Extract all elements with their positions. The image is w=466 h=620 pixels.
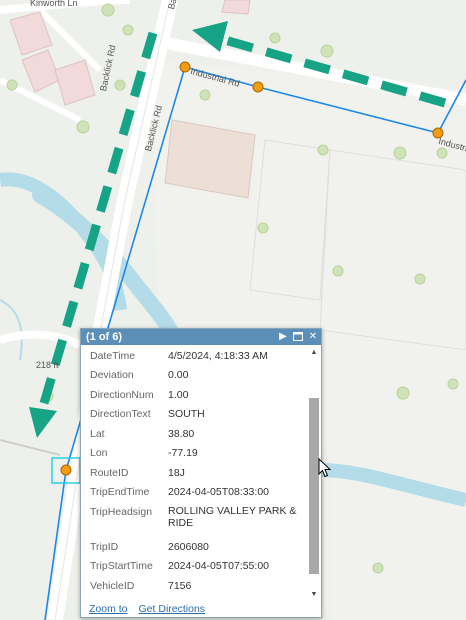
attribute-row: DirectionText SOUTH <box>81 405 319 425</box>
zoom-to-link[interactable]: Zoom to <box>89 603 128 615</box>
close-icon[interactable]: ✕ <box>307 330 319 343</box>
popup-header: (1 of 6) ▶ ✕ <box>81 329 321 345</box>
attribute-row: Lon -77.19 <box>81 444 319 464</box>
attribute-value: 1.00 <box>168 388 189 401</box>
get-directions-link[interactable]: Get Directions <box>139 603 206 615</box>
attribute-key: DateTime <box>90 349 136 362</box>
attribute-row: Lat 38.80 <box>81 424 319 444</box>
popup-count: (1 of 6) <box>86 331 123 343</box>
attribute-row: TripStartTime 2024-04-05T07:55:00 <box>81 557 319 577</box>
popup-attribute-table: DateTime 4/5/2024, 4:18:33 AM Deviation 0.… <box>81 346 319 600</box>
attribute-row: RouteID 18J <box>81 463 319 483</box>
next-feature-icon[interactable]: ▶ <box>277 330 289 343</box>
attribute-key: Lon <box>90 447 108 460</box>
maximize-icon[interactable] <box>292 330 304 343</box>
attribute-key: TripStartTime <box>90 560 153 573</box>
stop-marker <box>179 61 191 73</box>
attribute-value: 38.80 <box>168 427 195 440</box>
attribute-key: DirectionText <box>90 408 151 421</box>
attribute-row: DateTime 4/5/2024, 4:18:33 AM <box>81 346 319 366</box>
attribute-value: 7156 <box>168 579 192 592</box>
attribute-key: TripHeadsign <box>90 506 153 518</box>
scroll-thumb[interactable] <box>309 398 319 574</box>
feature-popup: (1 of 6) ▶ ✕ DateTime 4/5/2024, 4:18:33 A… <box>80 328 322 618</box>
mouse-cursor-icon <box>318 458 332 478</box>
attribute-value: 18J <box>168 466 185 479</box>
attribute-key: Deviation <box>90 369 134 382</box>
attribute-value: 2606080 <box>168 540 209 553</box>
attribute-value: 4/5/2024, 4:18:33 AM <box>168 349 268 362</box>
attribute-value: 2024-04-05T07:55:00 <box>168 560 269 573</box>
attribute-row: TripEndTime 2024-04-05T08:33:00 <box>81 483 319 503</box>
attribute-key: DirectionNum <box>90 388 154 401</box>
street-label-kinworth: Kinworth Ln <box>30 0 78 8</box>
attribute-key: TripEndTime <box>90 486 150 499</box>
attribute-row: TripID 2606080 <box>81 537 319 557</box>
attribute-row: VehicleID 7156 <box>81 576 319 596</box>
attribute-value: 2024-04-05T08:33:00 <box>168 486 269 499</box>
attribute-key: VehicleID <box>90 579 135 592</box>
popup-footer: Zoom to Get Directions <box>81 600 329 617</box>
attribute-row: Deviation 0.00 <box>81 366 319 386</box>
attribute-key: RouteID <box>90 466 129 479</box>
attribute-row: TripHeadsign ROLLING VALLEY PARK & RIDE <box>81 502 319 537</box>
scroll-up-icon[interactable]: ▲ <box>310 348 318 357</box>
attribute-value: -77.19 <box>168 447 198 460</box>
attribute-value: SOUTH <box>168 408 205 421</box>
attribute-value: 0.00 <box>168 369 189 382</box>
stop-marker <box>252 81 264 93</box>
elevation-label: 218 ft <box>36 360 59 370</box>
attribute-row: DirectionNum 1.00 <box>81 385 319 405</box>
stop-marker-selected <box>60 464 72 476</box>
building <box>221 0 251 15</box>
attribute-value: ROLLING VALLEY PARK & RIDE <box>168 505 297 529</box>
scroll-down-icon[interactable]: ▼ <box>310 590 318 599</box>
attribute-key: Lat <box>90 427 105 440</box>
attribute-key: TripID <box>90 540 119 553</box>
